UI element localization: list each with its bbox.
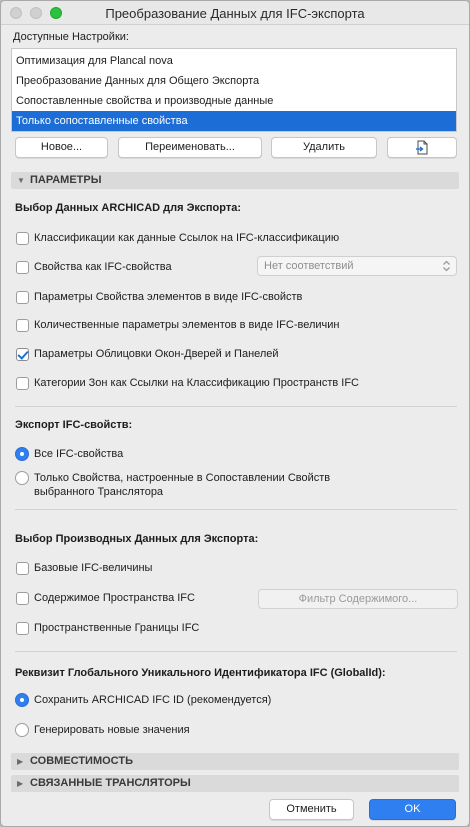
checkbox-label: Содержимое Пространства IFC [34, 592, 195, 604]
delete-preset-button[interactable]: Удалить [271, 137, 377, 158]
content-filter-button[interactable]: Фильтр Содержимого... [258, 589, 458, 609]
section-compat-title: СОВМЕСТИМОСТЬ [30, 755, 133, 767]
checkbox-lining-params[interactable] [16, 348, 29, 361]
section-linked-translators[interactable]: ▶ СВЯЗАННЫЕ ТРАНСЛЯТОРЫ [11, 775, 459, 792]
import-preset-button[interactable] [387, 137, 457, 158]
radio-label: Сохранить ARCHICAD IFC ID (рекомендуется… [34, 694, 272, 706]
preset-item-selected[interactable]: Только сопоставленные свойства [12, 111, 456, 131]
chevron-right-icon: ▶ [17, 757, 24, 766]
import-icon [415, 140, 429, 162]
window-title: Преобразование Данных для IFC-экспорта [105, 6, 365, 21]
title-bar: Преобразование Данных для IFC-экспорта [1, 1, 469, 25]
radio-label: Только Свойства, настроенные в Сопоставл… [34, 472, 331, 484]
presets-label: Доступные Настройки: [13, 31, 129, 43]
preset-item[interactable]: Сопоставленные свойства и производные да… [12, 91, 456, 111]
checkbox-base-quantities[interactable] [16, 562, 29, 575]
radio-label: Генерировать новые значения [34, 724, 190, 736]
radio-label: Все IFC-свойства [34, 448, 124, 460]
section-params-title: ПАРАМЕТРЫ [30, 174, 102, 186]
checkbox-properties[interactable] [16, 261, 29, 274]
chevron-right-icon: ▶ [17, 779, 24, 788]
derived-data-heading: Выбор Производных Данных для Экспорта: [15, 533, 259, 545]
radio-generate-new[interactable] [15, 723, 29, 737]
checkbox-zone-categories[interactable] [16, 377, 29, 390]
checkbox-classifications[interactable] [16, 232, 29, 245]
cancel-button[interactable]: Отменить [269, 799, 354, 820]
checkbox-label: Параметры Свойства элементов в виде IFC-… [34, 291, 303, 303]
new-preset-button[interactable]: Новое... [15, 137, 108, 158]
section-compatibility[interactable]: ▶ СОВМЕСТИМОСТЬ [11, 753, 459, 770]
checkbox-label: Пространственные Границы IFC [34, 622, 200, 634]
divider [15, 509, 457, 510]
divider [15, 651, 457, 652]
rename-preset-button[interactable]: Переименовать... [118, 137, 262, 158]
ifc-props-heading: Экспорт IFC-свойств: [15, 419, 133, 431]
chevron-down-icon: ▼ [17, 176, 25, 185]
checkbox-quantities[interactable] [16, 319, 29, 332]
select-value: Нет соответствий [264, 260, 354, 272]
divider [15, 406, 457, 407]
radio-mapped-properties-only[interactable] [15, 471, 29, 485]
section-linked-title: СВЯЗАННЫЕ ТРАНСЛЯТОРЫ [30, 777, 191, 789]
section-params[interactable]: ▼ ПАРАМЕТРЫ [11, 172, 459, 189]
checkbox-label: Базовые IFC-величины [34, 562, 153, 574]
globalid-heading: Реквизит Глобального Уникального Идентиф… [15, 667, 386, 679]
dialog-window: Преобразование Данных для IFC-экспорта Д… [0, 0, 470, 827]
checkbox-space-contents[interactable] [16, 592, 29, 605]
checkbox-label: Количественные параметры элементов в вид… [34, 319, 340, 331]
checkbox-label: Свойства как IFC-свойства [34, 261, 172, 273]
radio-all-ifc-properties[interactable] [15, 447, 29, 461]
checkbox-label: Классификации как данные Ссылок на IFC-к… [34, 232, 340, 244]
radio-keep-archicad-id[interactable] [15, 693, 29, 707]
radio-label-line2: выбранного Транслятора [34, 486, 164, 498]
updown-chevron-icon [441, 259, 452, 273]
export-data-heading: Выбор Данных ARCHICAD для Экспорта: [15, 202, 242, 214]
checkbox-label: Параметры Облицовки Окон-Дверей и Панеле… [34, 348, 279, 360]
checkbox-space-boundaries[interactable] [16, 622, 29, 635]
checkbox-label: Категории Зон как Ссылки на Классификаци… [34, 377, 359, 389]
presets-list[interactable]: Оптимизация для Plancal nova Преобразова… [11, 48, 457, 132]
ok-button[interactable]: OK [369, 799, 456, 820]
preset-item[interactable]: Преобразование Данных для Общего Экспорт… [12, 71, 456, 91]
checkbox-element-properties[interactable] [16, 291, 29, 304]
property-mapping-select: Нет соответствий [257, 256, 457, 276]
preset-item[interactable]: Оптимизация для Plancal nova [12, 51, 456, 71]
